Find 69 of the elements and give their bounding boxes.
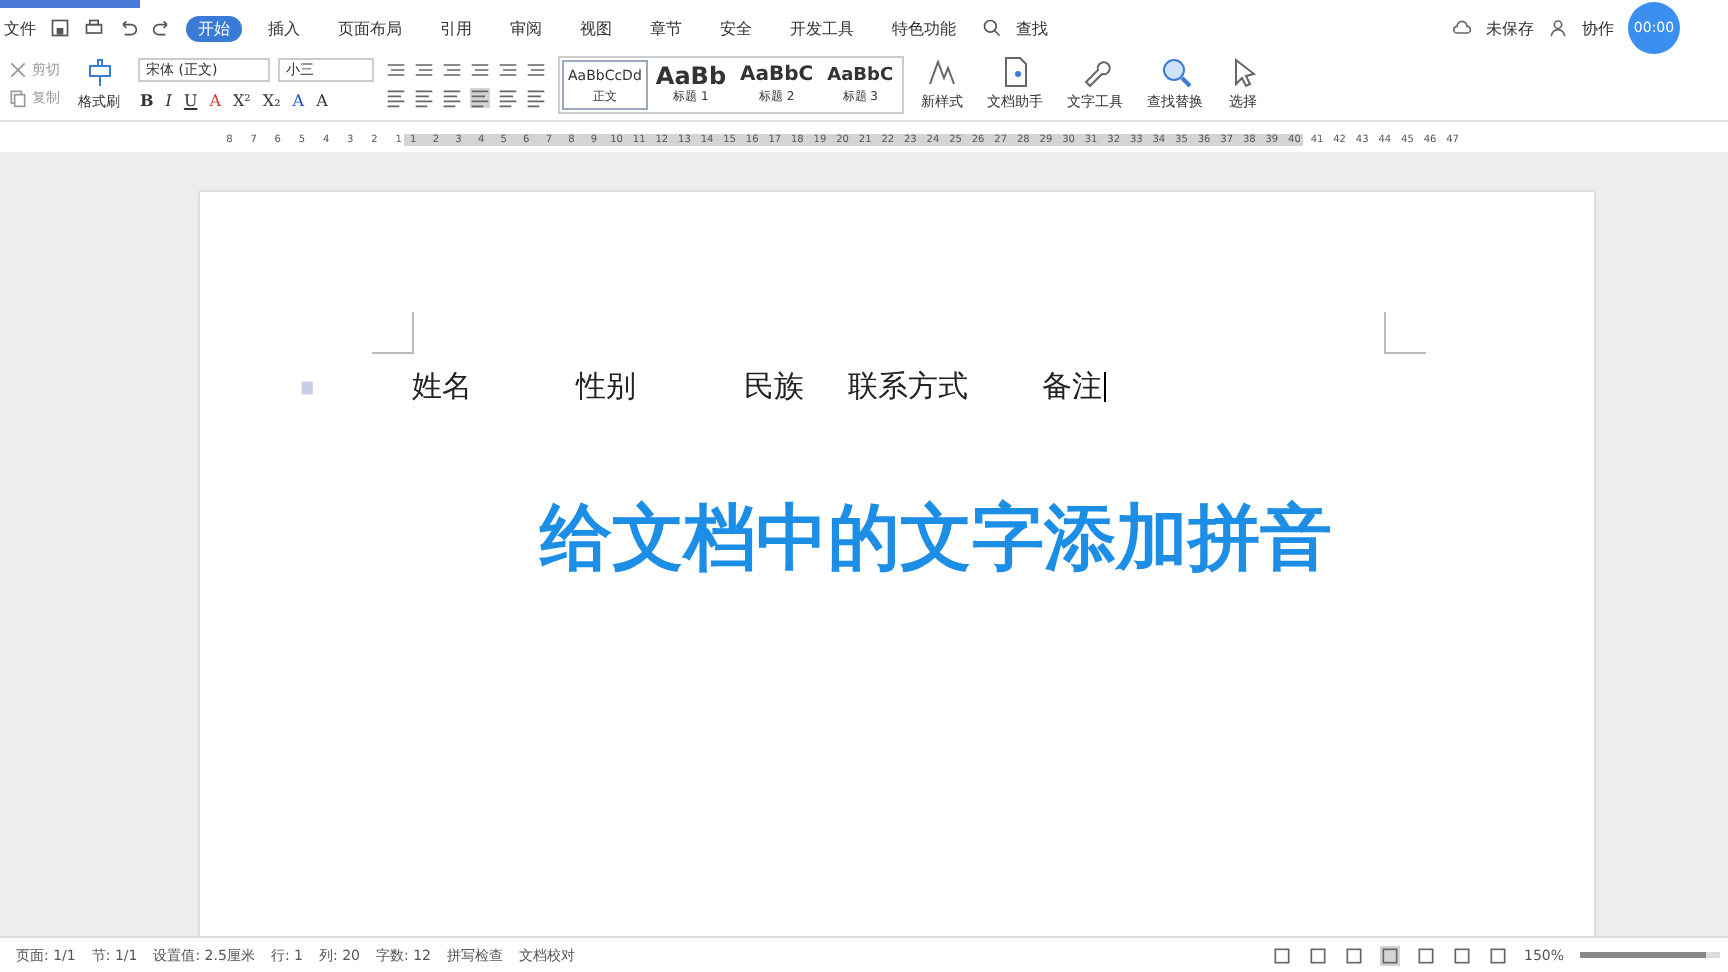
- list-icon[interactable]: [442, 60, 462, 80]
- align-icon[interactable]: [414, 88, 434, 108]
- list-icon[interactable]: [498, 60, 518, 80]
- caption-text: 给文档中的文字添加拼音: [540, 496, 1334, 584]
- menu-tab[interactable]: 页面布局: [326, 15, 414, 41]
- menu-tab[interactable]: 开发工具: [778, 15, 866, 41]
- style-sample: AaBbC: [740, 63, 814, 87]
- format-button[interactable]: X₂: [260, 91, 283, 109]
- unsaved-status[interactable]: 未保存: [1486, 17, 1534, 39]
- view-icon[interactable]: [1271, 945, 1292, 965]
- collaborate-button[interactable]: 协作: [1582, 17, 1614, 39]
- header-text: 民族: [744, 368, 806, 406]
- redo-icon[interactable]: [152, 18, 172, 38]
- margin-mark: [372, 312, 414, 354]
- format-button[interactable]: B: [138, 90, 156, 110]
- format-button[interactable]: A: [290, 91, 307, 109]
- wrench-icon[interactable]: [1079, 56, 1112, 88]
- list-icon[interactable]: [526, 60, 546, 80]
- menu-tab[interactable]: 审阅: [498, 15, 554, 41]
- scissors-icon[interactable]: [8, 60, 28, 80]
- header-text: 性别: [576, 368, 638, 406]
- format-button[interactable]: I: [163, 91, 174, 109]
- align-icon[interactable]: [386, 88, 406, 108]
- view-icon[interactable]: [1379, 945, 1400, 965]
- align-icon[interactable]: [498, 88, 518, 108]
- copy-icon[interactable]: [8, 88, 28, 108]
- tab-strip: [0, 0, 140, 8]
- format-button[interactable]: X²: [230, 91, 253, 109]
- list-icon[interactable]: [414, 60, 434, 80]
- format-button[interactable]: A: [207, 91, 223, 109]
- menu-tab[interactable]: 章节: [638, 15, 694, 41]
- cloud-icon[interactable]: [1452, 18, 1472, 38]
- zoom-slider[interactable]: [1580, 952, 1706, 958]
- align-icon[interactable]: [442, 88, 462, 108]
- view-icon[interactable]: [1451, 945, 1472, 965]
- search-label[interactable]: 查找: [1016, 17, 1048, 39]
- text-cursor: [1104, 372, 1106, 402]
- document-icon[interactable]: [999, 56, 1032, 88]
- header-text: 姓名: [412, 368, 474, 406]
- margin-mark: [1384, 312, 1426, 354]
- menu-tab[interactable]: 开始: [186, 15, 242, 41]
- menu-tab[interactable]: 引用: [428, 15, 484, 41]
- menu-tab[interactable]: 视图: [568, 15, 624, 41]
- view-icon[interactable]: [1343, 945, 1364, 965]
- list-icon[interactable]: [470, 60, 490, 80]
- person-icon[interactable]: [1548, 18, 1568, 38]
- style-sample: AaBb: [655, 63, 727, 87]
- print-icon[interactable]: [84, 18, 104, 38]
- save-icon[interactable]: [50, 18, 70, 38]
- search-icon[interactable]: [982, 18, 1002, 38]
- brush-icon[interactable]: [83, 56, 115, 88]
- view-icon[interactable]: [1487, 945, 1508, 965]
- menu-tab[interactable]: 插入: [256, 15, 312, 41]
- list-icon[interactable]: [386, 60, 406, 80]
- header-text: 联系方式: [848, 368, 970, 406]
- menu-tab[interactable]: 特色功能: [880, 15, 968, 41]
- search-icon[interactable]: [1159, 56, 1192, 88]
- menu-tab[interactable]: 安全: [708, 15, 764, 41]
- view-icon[interactable]: [1307, 945, 1328, 965]
- header-text: 备注: [1042, 368, 1102, 406]
- align-icon[interactable]: [526, 88, 546, 108]
- align-icon[interactable]: [470, 88, 490, 108]
- format-button[interactable]: U: [181, 91, 200, 109]
- format-button[interactable]: A: [314, 91, 330, 109]
- view-icon[interactable]: [1415, 945, 1436, 965]
- file-menu[interactable]: 文件: [4, 17, 36, 39]
- style-icon[interactable]: [926, 56, 959, 88]
- style-sample: AaBbC: [827, 63, 894, 87]
- undo-icon[interactable]: [118, 18, 138, 38]
